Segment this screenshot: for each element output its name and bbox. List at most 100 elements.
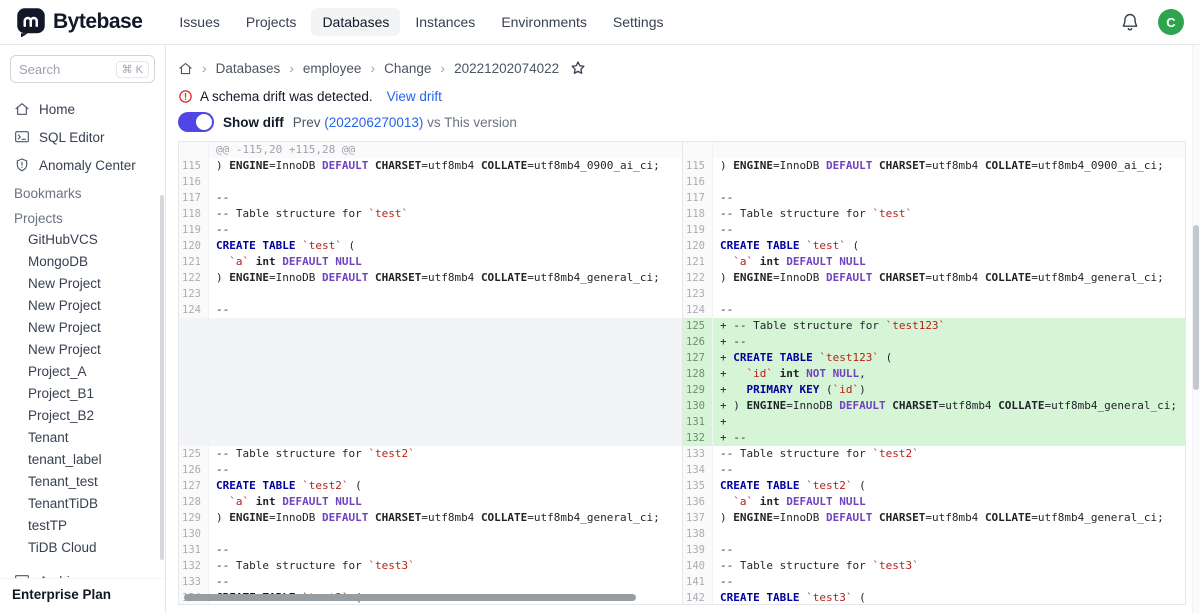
breadcrumb-item[interactable]: employee (303, 61, 362, 76)
sidebar-project-tenanttidb[interactable]: TenantTiDB (0, 493, 165, 515)
diff-code: CREATE TABLE `test2` ( (713, 478, 1185, 494)
line-number: 121 (683, 254, 713, 270)
sidebar-project-tidb-cloud[interactable]: TiDB Cloud (0, 537, 165, 559)
diff-line: 126-- (179, 462, 682, 478)
sidebar-project-tenant-test[interactable]: Tenant_test (0, 471, 165, 493)
sidebar: ⌘ K Home SQL Editor Anomaly Center Bookmar… (0, 45, 166, 613)
bookmark-star-icon[interactable] (570, 60, 586, 76)
brand-logo-link[interactable]: Bytebase (16, 7, 142, 37)
nav-issues[interactable]: Issues (168, 8, 230, 36)
diff-code: + PRIMARY KEY (`id`) (713, 382, 1185, 398)
sidebar-item-anomaly-center[interactable]: Anomaly Center (0, 151, 165, 179)
nav-databases[interactable]: Databases (311, 8, 400, 36)
diff-code: + CREATE TABLE `test123` ( (713, 350, 1185, 366)
sidebar-project-new-project[interactable]: New Project (0, 339, 165, 361)
breadcrumb-separator: › (202, 60, 207, 76)
diff-code (713, 286, 1185, 302)
home-icon[interactable] (178, 61, 193, 76)
diff-code: ) ENGINE=InnoDB DEFAULT CHARSET=utf8mb4 … (713, 270, 1185, 286)
show-diff-toggle[interactable] (178, 112, 214, 132)
view-drift-link[interactable]: View drift (387, 89, 442, 104)
line-number: 115 (683, 158, 713, 174)
sidebar-project-project-a[interactable]: Project_A (0, 361, 165, 383)
sidebar-item-sql-editor[interactable]: SQL Editor (0, 123, 165, 151)
sidebar-project-githubvcs[interactable]: GitHubVCS (0, 229, 165, 251)
diff-code (209, 398, 682, 414)
breadcrumb-item[interactable]: 20221202074022 (454, 61, 559, 76)
line-number: 125 (683, 318, 713, 334)
breadcrumb-item[interactable]: Databases (216, 61, 281, 76)
sidebar-top-items: Home SQL Editor Anomaly Center (0, 95, 165, 179)
nav-settings[interactable]: Settings (602, 8, 675, 36)
search-box[interactable]: ⌘ K (10, 55, 155, 83)
breadcrumb-separator: › (370, 60, 375, 76)
vs-label: vs This version (427, 115, 517, 130)
sidebar-project-tenant-label[interactable]: tenant_label (0, 449, 165, 471)
diff-code: -- (713, 222, 1185, 238)
bytebase-logo-icon (16, 7, 46, 37)
line-number: 133 (683, 446, 713, 462)
line-number: 128 (179, 494, 209, 510)
diff-line: 120CREATE TABLE `test` ( (683, 238, 1185, 254)
diff-line: 117-- (683, 190, 1185, 206)
sidebar-project-tenant[interactable]: Tenant (0, 427, 165, 449)
diff-code: CREATE TABLE `test` ( (209, 238, 682, 254)
anomaly-center-icon (14, 157, 30, 173)
diff-code: `a` int DEFAULT NULL (713, 254, 1185, 270)
diff-line: 125-- Table structure for `test2` (179, 446, 682, 462)
line-number: 127 (683, 350, 713, 366)
sidebar-project-testtp[interactable]: testTP (0, 515, 165, 537)
diff-line: 115) ENGINE=InnoDB DEFAULT CHARSET=utf8m… (683, 158, 1185, 174)
diff-line: 128 `a` int DEFAULT NULL (179, 494, 682, 510)
diff-line: 132+ -- (683, 430, 1185, 446)
diff-code: -- (713, 462, 1185, 478)
diff-code (209, 286, 682, 302)
sidebar-project-mongodb[interactable]: MongoDB (0, 251, 165, 273)
sidebar-project-project-b2[interactable]: Project_B2 (0, 405, 165, 427)
line-number: 141 (683, 574, 713, 590)
line-number: 131 (683, 414, 713, 430)
line-number: 132 (683, 430, 713, 446)
diff-line: 121 `a` int DEFAULT NULL (683, 254, 1185, 270)
diff-line (179, 334, 682, 350)
schema-drift-alert: A schema drift was detected. View drift (178, 86, 1186, 106)
nav-projects[interactable]: Projects (235, 8, 308, 36)
line-number (179, 350, 209, 366)
diff-line (179, 350, 682, 366)
vertical-scrollbar-track[interactable] (1192, 45, 1200, 613)
line-number: 132 (179, 558, 209, 574)
breadcrumb-item[interactable]: Change (384, 61, 431, 76)
line-number: 134 (683, 462, 713, 478)
diff-code: -- (209, 462, 682, 478)
diff-controls: Show diff Prev (202206270013) vs This ve… (178, 112, 1186, 132)
notification-bell-icon[interactable] (1120, 12, 1140, 32)
prev-version-link[interactable]: (202206270013) (324, 115, 423, 130)
sidebar-project-project-b1[interactable]: Project_B1 (0, 383, 165, 405)
sidebar-scrollbar[interactable] (160, 195, 164, 560)
user-avatar[interactable]: C (1158, 9, 1184, 35)
line-number: 119 (179, 222, 209, 238)
diff-code: -- (209, 574, 682, 590)
diff-code: -- Table structure for `test` (713, 206, 1185, 222)
line-number: 130 (179, 526, 209, 542)
sidebar-item-home[interactable]: Home (0, 95, 165, 123)
nav-instances[interactable]: Instances (404, 8, 486, 36)
line-number: 117 (179, 190, 209, 206)
diff-code (713, 526, 1185, 542)
line-number (179, 318, 209, 334)
vertical-scrollbar-thumb[interactable] (1193, 225, 1199, 390)
sidebar-project-new-project[interactable]: New Project (0, 295, 165, 317)
line-number: 119 (683, 222, 713, 238)
diff-line: 125+ -- Table structure for `test123` (683, 318, 1185, 334)
sidebar-project-new-project[interactable]: New Project (0, 317, 165, 339)
diff-code: -- Table structure for `test3` (713, 558, 1185, 574)
diff-left-column: @@ -115,20 +115,28 @@115) ENGINE=InnoDB … (179, 142, 682, 604)
sidebar-section-bookmarks: Bookmarks (0, 179, 165, 204)
search-input[interactable] (19, 62, 109, 77)
line-number: 133 (179, 574, 209, 590)
sidebar-project-new-project[interactable]: New Project (0, 273, 165, 295)
horizontal-scrollbar-thumb[interactable] (184, 594, 636, 601)
sidebar-item-label: SQL Editor (39, 130, 105, 145)
diff-code: CREATE TABLE `test` ( (713, 238, 1185, 254)
nav-environments[interactable]: Environments (490, 8, 598, 36)
